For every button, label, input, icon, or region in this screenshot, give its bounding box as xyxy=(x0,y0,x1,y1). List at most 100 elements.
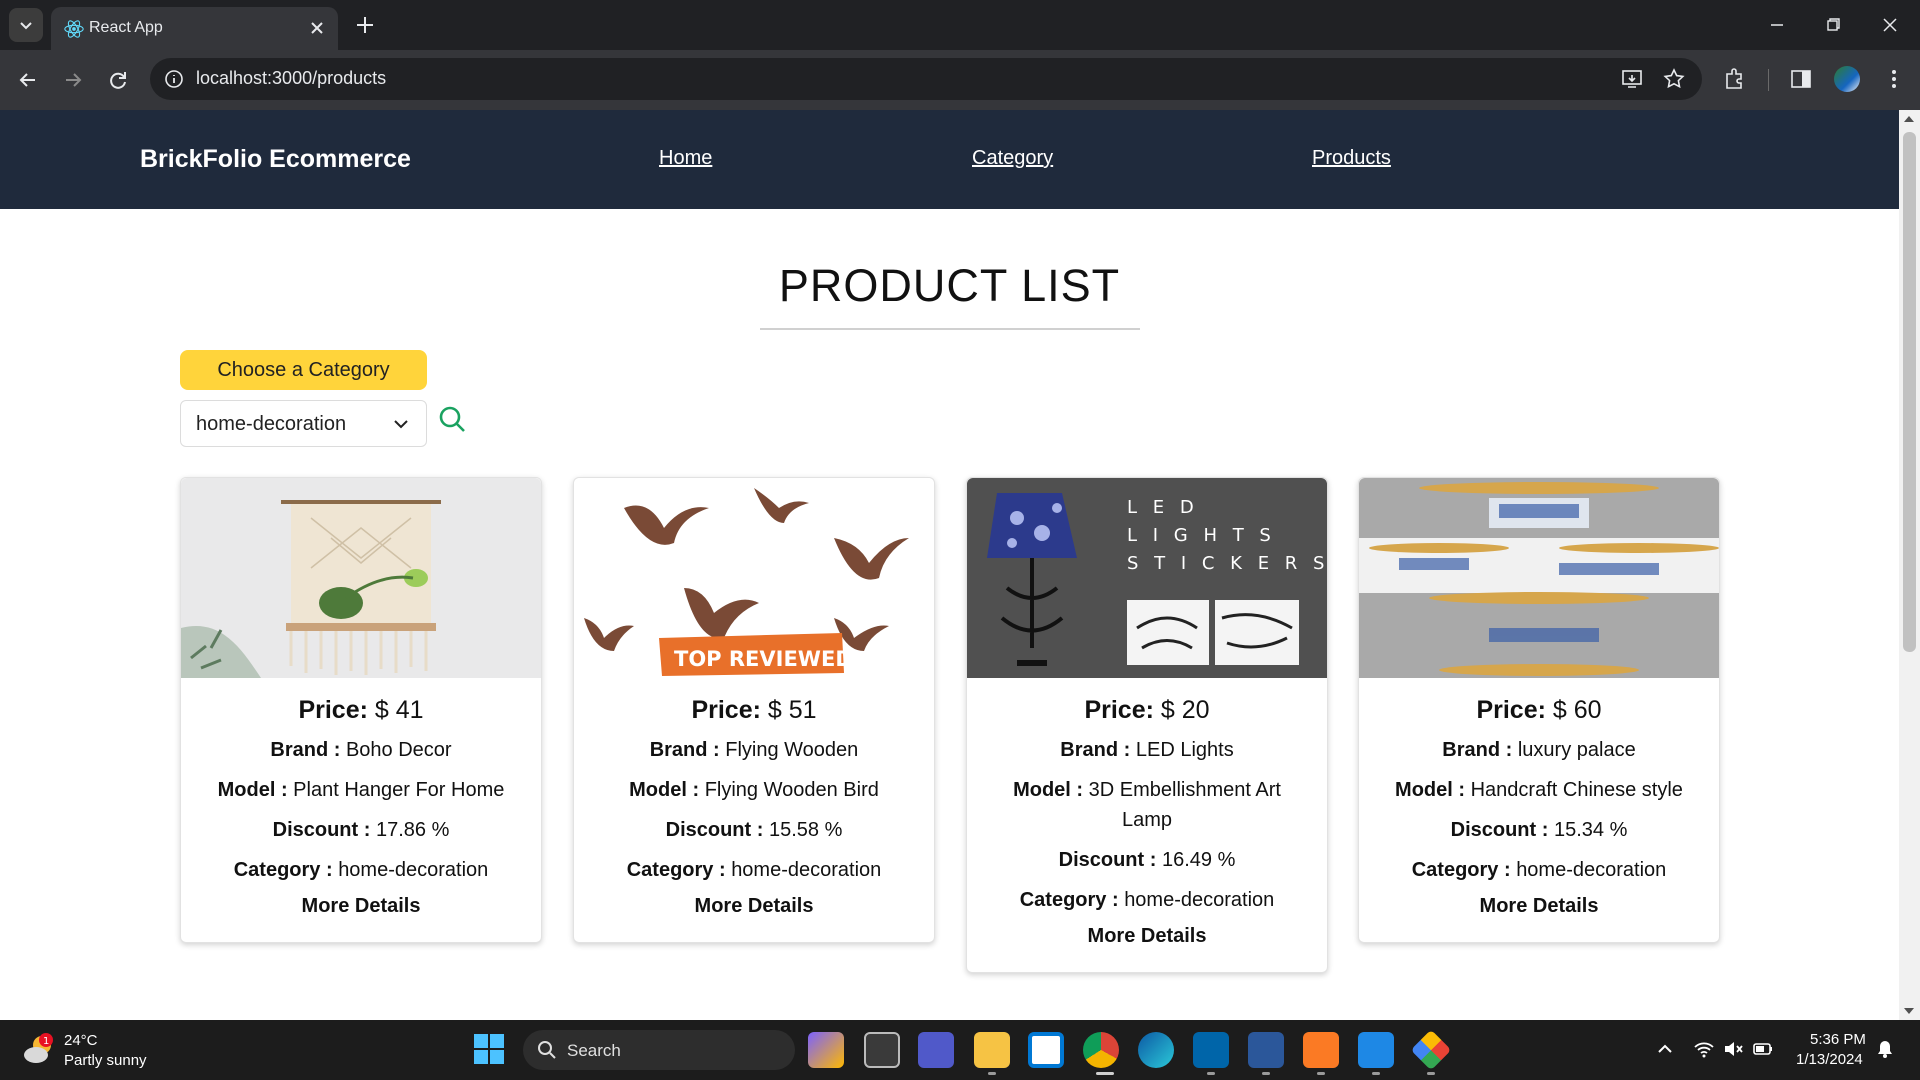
product-image[interactable]: L E D L I G H T S S T I C K E R S xyxy=(967,478,1327,678)
product-image[interactable]: TOP REVIEWED xyxy=(574,478,934,678)
product-category: Category : home-decoration xyxy=(1019,889,1275,911)
wifi-icon[interactable] xyxy=(1693,1038,1715,1060)
more-details-link[interactable]: More Details xyxy=(1379,895,1699,918)
product-category: Category : home-decoration xyxy=(626,859,882,881)
windows-start-icon[interactable] xyxy=(474,1034,504,1064)
product-discount: Discount : 17.86 % xyxy=(272,819,450,841)
browser-tab[interactable]: React App xyxy=(51,7,338,50)
extensions-icon[interactable] xyxy=(1721,65,1749,93)
nav-link-products[interactable]: Products xyxy=(1312,147,1391,170)
install-app-icon[interactable] xyxy=(1620,67,1644,91)
partly-sunny-icon[interactable]: 1 xyxy=(22,1032,58,1066)
xampp-icon[interactable] xyxy=(1303,1032,1339,1068)
file-explorer-icon[interactable] xyxy=(974,1032,1010,1068)
top-reviewed-label: TOP REVIEWED xyxy=(674,647,853,671)
product-brand: Brand : luxury palace xyxy=(1442,739,1636,761)
word-icon[interactable] xyxy=(1248,1032,1284,1068)
nav-link-home[interactable]: Home xyxy=(659,147,712,170)
page-scrollbar[interactable] xyxy=(1899,110,1920,1020)
product-card[interactable]: TOP REVIEWED Price: $ 51 Brand : Flying … xyxy=(573,477,935,943)
svg-text:L I G H T S: L I G H T S xyxy=(1127,525,1276,546)
scrollbar-thumb[interactable] xyxy=(1903,132,1916,652)
tab-search-button[interactable] xyxy=(9,8,43,42)
react-logo-icon xyxy=(64,20,84,38)
browser-tab-bar: React App xyxy=(0,0,1920,50)
clock-time[interactable]: 5:36 PM xyxy=(1810,1031,1866,1048)
git-icon[interactable] xyxy=(1410,1029,1452,1071)
minimize-icon[interactable] xyxy=(1762,10,1792,40)
more-menu-icon[interactable] xyxy=(1880,65,1908,93)
product-image[interactable] xyxy=(1359,478,1719,678)
restore-icon[interactable] xyxy=(1818,10,1848,40)
vscode-icon[interactable] xyxy=(1193,1032,1229,1068)
product-image[interactable] xyxy=(181,478,541,678)
nav-link-category[interactable]: Category xyxy=(972,147,1053,170)
product-discount: Discount : 16.49 % xyxy=(1058,849,1236,871)
browser-toolbar: localhost:3000/products xyxy=(0,50,1920,110)
product-category: Category : home-decoration xyxy=(233,859,489,881)
weather-desc[interactable]: Partly sunny xyxy=(64,1052,147,1069)
chevron-up-icon[interactable] xyxy=(1654,1038,1676,1060)
side-panel-icon[interactable] xyxy=(1787,65,1815,93)
more-details-link[interactable]: More Details xyxy=(201,895,521,918)
more-details-link[interactable]: More Details xyxy=(594,895,914,918)
taskbar-search[interactable]: Search xyxy=(523,1030,795,1070)
product-card[interactable]: L E D L I G H T S S T I C K E R S Price:… xyxy=(966,477,1328,973)
product-model: Model : 3D Embellishment Art Lamp xyxy=(1013,779,1281,831)
search-icon xyxy=(538,1041,556,1059)
product-brand: Brand : Flying Wooden xyxy=(649,739,859,761)
product-category: Category : home-decoration xyxy=(1411,859,1667,881)
chrome-icon[interactable] xyxy=(1083,1032,1119,1068)
category-select[interactable]: home-decoration xyxy=(180,400,427,447)
page-title: PRODUCT LIST xyxy=(778,260,1121,311)
brand-title[interactable]: BrickFolio Ecommerce xyxy=(140,145,411,174)
task-view-icon[interactable] xyxy=(864,1032,900,1068)
site-info-icon[interactable] xyxy=(164,69,184,89)
product-price: Price: $ 60 xyxy=(1476,696,1602,724)
window-close-icon[interactable] xyxy=(1875,10,1905,40)
product-price: Price: $ 41 xyxy=(298,696,424,724)
svg-text:1: 1 xyxy=(43,1036,49,1047)
back-arrow-icon[interactable] xyxy=(13,65,43,95)
weather-temp[interactable]: 24°C xyxy=(64,1032,98,1049)
product-model: Model : Handcraft Chinese style xyxy=(1395,779,1683,801)
chevron-down-icon xyxy=(394,420,408,429)
volume-muted-icon[interactable] xyxy=(1722,1038,1744,1060)
product-price: Price: $ 20 xyxy=(1084,696,1210,724)
new-tab-icon[interactable] xyxy=(352,12,378,38)
chevron-down-icon xyxy=(20,22,32,30)
scroll-up-arrow[interactable] xyxy=(1904,116,1914,122)
product-discount: Discount : 15.58 % xyxy=(665,819,843,841)
choose-category-button[interactable]: Choose a Category xyxy=(180,350,427,390)
close-icon[interactable] xyxy=(306,17,328,39)
copilot-icon[interactable] xyxy=(808,1032,844,1068)
product-brand: Brand : LED Lights xyxy=(1060,739,1234,761)
windows-taskbar: 1 24°C Partly sunny Search 5:36 PM 1/13/… xyxy=(0,1020,1920,1080)
search-icon[interactable] xyxy=(437,404,467,434)
svg-text:S T I C K E R S: S T I C K E R S xyxy=(1127,553,1327,574)
address-bar[interactable]: localhost:3000/products xyxy=(150,58,1702,100)
product-model: Model : Plant Hanger For Home xyxy=(217,779,505,801)
product-card[interactable]: Price: $ 60 Brand : luxury palace Model … xyxy=(1358,477,1720,943)
profile-avatar[interactable] xyxy=(1834,66,1860,92)
battery-icon[interactable] xyxy=(1752,1038,1774,1060)
teams-icon[interactable] xyxy=(918,1032,954,1068)
title-divider xyxy=(760,328,1140,330)
paint-icon[interactable] xyxy=(1358,1032,1394,1068)
toolbar-divider xyxy=(1768,69,1769,91)
forward-arrow-icon[interactable] xyxy=(58,65,88,95)
product-card[interactable]: Price: $ 41 Brand : Boho Decor Model : P… xyxy=(180,477,542,943)
ms-store-icon[interactable] xyxy=(1028,1032,1064,1068)
selected-category: home-decoration xyxy=(196,413,347,435)
scroll-down-arrow[interactable] xyxy=(1904,1008,1914,1014)
more-details-link[interactable]: More Details xyxy=(987,925,1307,948)
notification-bell-icon[interactable] xyxy=(1874,1038,1896,1060)
product-discount: Discount : 15.34 % xyxy=(1450,819,1628,841)
product-brand: Brand : Boho Decor xyxy=(270,739,452,761)
product-model: Model : Flying Wooden Bird xyxy=(629,779,879,801)
url-text[interactable]: localhost:3000/products xyxy=(196,68,386,89)
clock-date[interactable]: 1/13/2024 xyxy=(1796,1051,1863,1068)
reload-icon[interactable] xyxy=(103,65,133,95)
edge-icon[interactable] xyxy=(1138,1032,1174,1068)
star-icon[interactable] xyxy=(1662,67,1686,91)
